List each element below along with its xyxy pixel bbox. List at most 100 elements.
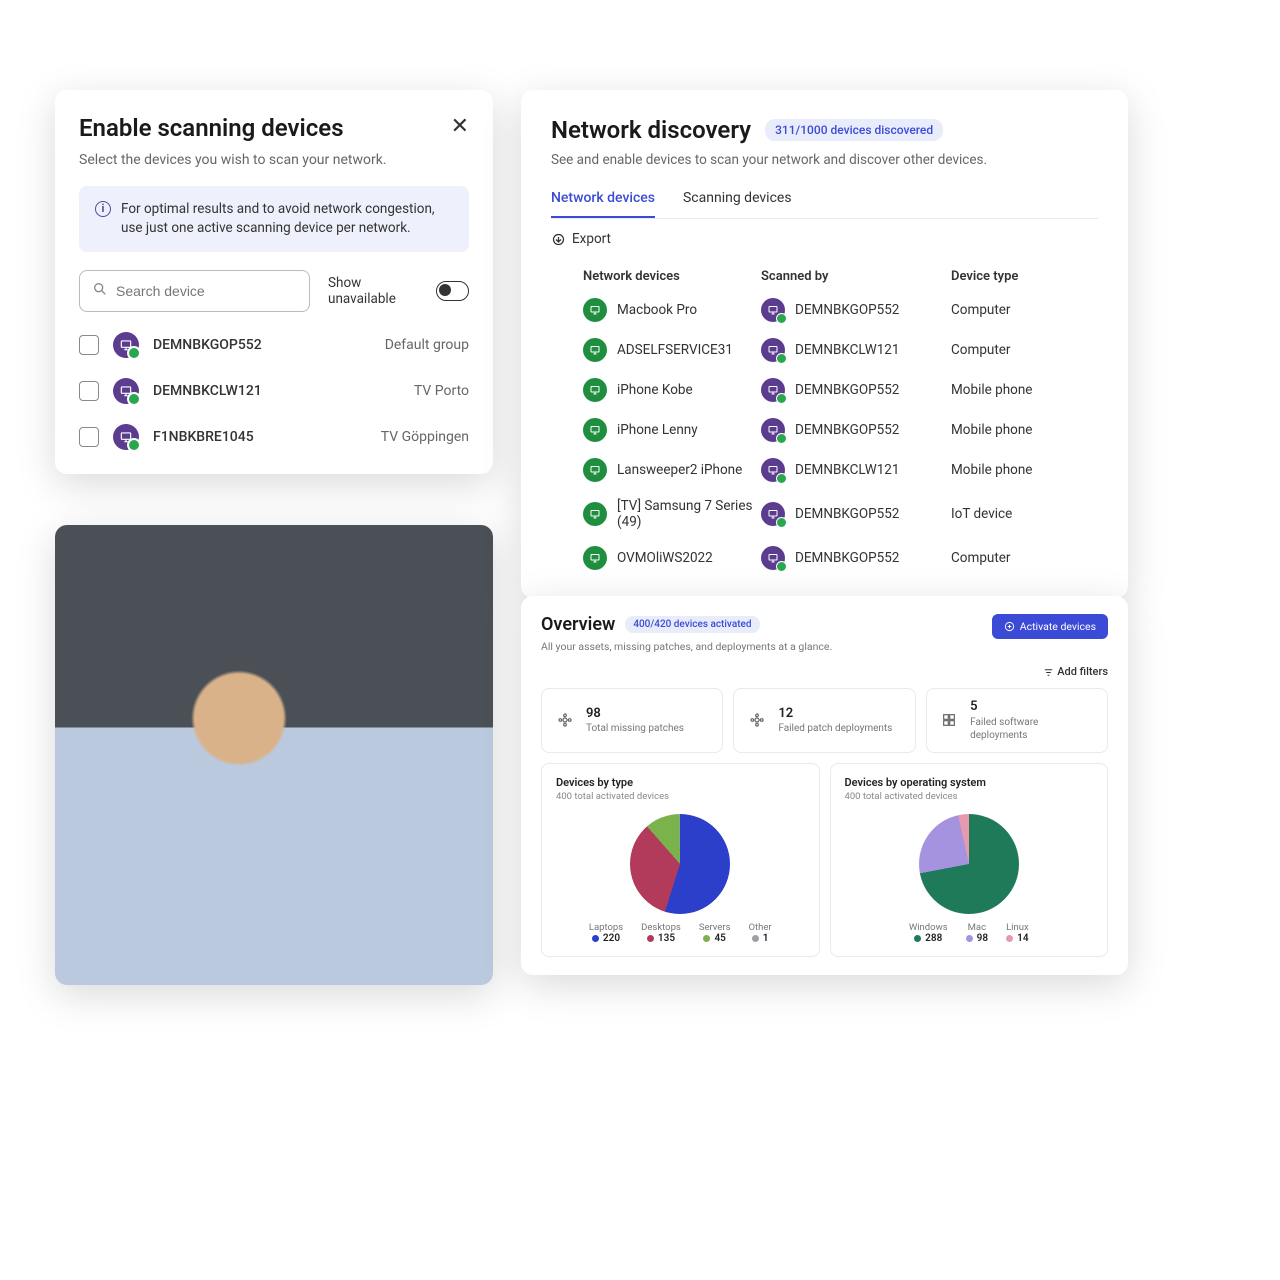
activated-badge: 400/420 devices activated <box>625 616 759 633</box>
device-name: iPhone Lenny <box>617 422 698 438</box>
filters-label: Add filters <box>1057 665 1108 678</box>
legend-item: Servers45 <box>699 922 731 944</box>
legend-value: 220 <box>589 933 623 944</box>
overview-card: Overview 400/420 devices activated All y… <box>521 596 1128 975</box>
scanner-name: DEMNBKCLW121 <box>795 342 899 358</box>
th-device-type: Device type <box>951 269 1098 284</box>
checkbox[interactable] <box>79 427 99 447</box>
chart1-title: Devices by type <box>556 776 805 789</box>
stat-label: Failed software deployments <box>970 716 1095 742</box>
info-text: For optimal results and to avoid network… <box>121 200 453 238</box>
device-type: Mobile phone <box>951 382 1098 398</box>
enable-scanning-card: Enable scanning devices ✕ Select the dev… <box>55 90 493 474</box>
device-type: IoT device <box>951 506 1098 522</box>
device-name: DEMNBKCLW121 <box>153 383 400 399</box>
legend-value: 1 <box>749 933 772 944</box>
th-scanned-by: Scanned by <box>761 269 951 284</box>
tab-scanning-devices[interactable]: Scanning devices <box>683 190 792 218</box>
table-row[interactable]: OVMOliWS2022DEMNBKGOP552Computer <box>551 538 1098 578</box>
table-row[interactable]: Macbook ProDEMNBKGOP552Computer <box>551 290 1098 330</box>
device-name: Lansweeper2 iPhone <box>617 462 742 478</box>
checkbox[interactable] <box>79 381 99 401</box>
close-icon[interactable]: ✕ <box>451 114 469 139</box>
chart2-sub: 400 total activated devices <box>845 791 1094 802</box>
legend-item: Mac98 <box>966 922 988 944</box>
stat-box[interactable]: 98Total missing patches <box>541 688 723 753</box>
chart-devices-by-os: Devices by operating system 400 total ac… <box>830 763 1109 957</box>
network-discovery-card: Network discovery 311/1000 devices disco… <box>521 90 1128 598</box>
stat-label: Total missing patches <box>586 722 684 735</box>
device-icon <box>583 338 607 362</box>
show-unavailable-toggle[interactable]: Show unavailable <box>328 275 469 307</box>
scanner-icon <box>761 546 785 570</box>
stat-box[interactable]: 5Failed software deployments <box>926 688 1108 753</box>
scanner-icon <box>761 338 785 362</box>
device-name: Macbook Pro <box>617 302 697 318</box>
stat-box[interactable]: 12Failed patch deployments <box>733 688 915 753</box>
ov-subtitle: All your assets, missing patches, and de… <box>541 640 832 653</box>
net-subtitle: See and enable devices to scan your netw… <box>551 152 1098 168</box>
toggle-icon[interactable] <box>436 281 469 301</box>
discovered-badge: 311/1000 devices discovered <box>765 119 943 141</box>
table-row[interactable]: ADSELFSERVICE31 DEMNBKCLW121 Computer <box>551 330 1098 370</box>
scanner-name: DEMNBKGOP552 <box>795 506 899 522</box>
export-icon <box>551 232 566 247</box>
scanner-icon <box>761 502 785 526</box>
table-row[interactable]: iPhone LennyDEMNBKGOP552Mobile phone <box>551 410 1098 450</box>
stock-photo <box>55 525 493 985</box>
scan-subtitle: Select the devices you wish to scan your… <box>79 152 469 168</box>
stat-icon <box>554 709 576 731</box>
legend-label: Desktops <box>641 922 681 933</box>
table-header: Network devices Scanned by Device type <box>551 263 1098 290</box>
legend-label: Mac <box>966 922 988 933</box>
table-row[interactable]: iPhone KobeDEMNBKGOP552Mobile phone <box>551 370 1098 410</box>
table-row[interactable]: [TV] Samsung 7 Series (49)DEMNBKGOP552Io… <box>551 490 1098 538</box>
show-unavailable-label: Show unavailable <box>328 275 428 307</box>
scan-title: Enable scanning devices <box>79 114 344 142</box>
device-group: TV Porto <box>414 383 469 399</box>
info-banner: i For optimal results and to avoid netwo… <box>79 186 469 252</box>
legend-label: Linux <box>1006 922 1029 933</box>
chart2-title: Devices by operating system <box>845 776 1094 789</box>
device-item[interactable]: DEMNBKCLW121 TV Porto <box>79 378 469 404</box>
legend-label: Windows <box>909 922 948 933</box>
device-type: Computer <box>951 342 1098 358</box>
legend-value: 14 <box>1006 933 1029 944</box>
legend-value: 288 <box>909 933 948 944</box>
legend-item: Windows288 <box>909 922 948 944</box>
device-icon <box>113 332 139 358</box>
export-label: Export <box>572 231 611 247</box>
device-icon <box>583 546 607 570</box>
device-item[interactable]: F1NBKBRE1045TV Göppingen <box>79 424 469 450</box>
chart-devices-by-type: Devices by type 400 total activated devi… <box>541 763 820 957</box>
legend-value: 45 <box>699 933 731 944</box>
checkbox[interactable] <box>79 335 99 355</box>
legend-label: Laptops <box>589 922 623 933</box>
plus-icon <box>1004 621 1015 632</box>
scanner-icon <box>761 458 785 482</box>
search-icon <box>92 281 108 301</box>
device-icon <box>583 378 607 402</box>
export-button[interactable]: Export <box>551 231 1098 247</box>
scanner-name: DEMNBKGOP552 <box>795 382 899 398</box>
table-row[interactable]: Lansweeper2 iPhoneDEMNBKCLW121Mobile pho… <box>551 450 1098 490</box>
stat-number: 12 <box>778 706 892 723</box>
search-input-wrap[interactable] <box>79 270 310 312</box>
activate-devices-button[interactable]: Activate devices <box>992 614 1108 639</box>
filter-icon <box>1043 667 1054 678</box>
info-icon: i <box>95 201 111 217</box>
stat-icon <box>939 709 960 731</box>
scanner-icon <box>761 298 785 322</box>
device-item[interactable]: DEMNBKGOP552Default group <box>79 332 469 358</box>
scanner-name: DEMNBKGOP552 <box>795 422 899 438</box>
search-input[interactable] <box>116 283 297 299</box>
ov-title: Overview <box>541 614 615 635</box>
device-name: ADSELFSERVICE31 <box>617 342 733 358</box>
stat-label: Failed patch deployments <box>778 722 892 735</box>
tab-network-devices[interactable]: Network devices <box>551 190 655 218</box>
th-network-devices: Network devices <box>551 269 761 284</box>
device-icon <box>113 378 139 404</box>
legend-label: Other <box>749 922 772 933</box>
device-icon <box>583 502 607 526</box>
add-filters-button[interactable]: Add filters <box>541 665 1108 678</box>
